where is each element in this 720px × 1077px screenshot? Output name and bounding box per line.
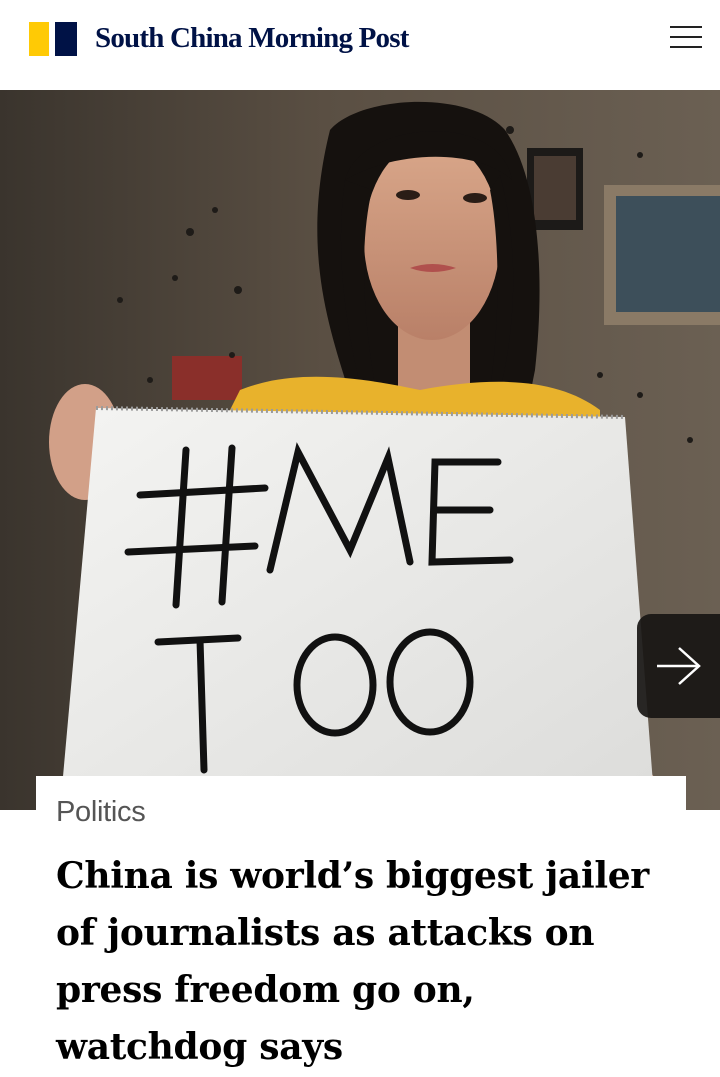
brand-name[interactable]: South China Morning Post <box>95 18 409 58</box>
hamburger-menu-icon[interactable] <box>664 20 704 54</box>
logo-navy-block <box>55 22 77 56</box>
site-header: South China Morning Post <box>0 0 720 90</box>
arrow-right-icon <box>657 647 701 685</box>
article-headline[interactable]: China is world’s biggest jailer of journ… <box>56 848 676 1076</box>
section-label[interactable]: Politics <box>56 796 146 829</box>
hero-image <box>0 90 720 810</box>
logo-yellow-block <box>29 22 49 56</box>
hero-photo <box>0 90 720 810</box>
scmp-logo-icon[interactable] <box>29 22 77 56</box>
article-card: Politics China is world’s biggest jailer… <box>36 776 686 1077</box>
next-image-button[interactable] <box>637 614 720 718</box>
